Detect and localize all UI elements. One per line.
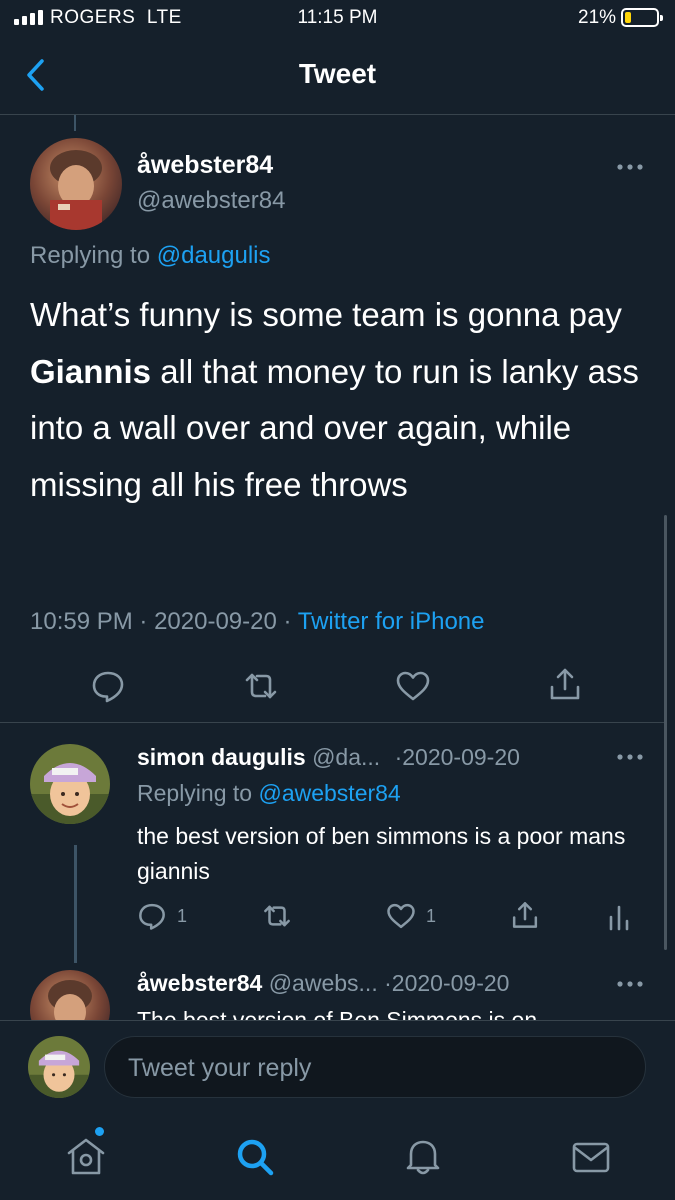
reply-date: 2020-09-20 bbox=[391, 970, 510, 996]
status-bar: ROGERS LTE 11:15 PM 21% bbox=[0, 0, 675, 36]
tweet-divider bbox=[0, 722, 664, 723]
mail-icon bbox=[572, 1142, 610, 1173]
battery-percent: 21% bbox=[578, 7, 617, 28]
author-handle[interactable]: @da... bbox=[312, 744, 380, 770]
retweet-icon bbox=[264, 905, 290, 927]
tweet-time: 10:59 PM bbox=[30, 608, 133, 635]
more-options-button[interactable] bbox=[616, 753, 644, 761]
profile-photo bbox=[30, 138, 122, 230]
reply-date: 2020-09-20 bbox=[402, 744, 520, 770]
profile-photo bbox=[28, 1036, 90, 1098]
more-options-button[interactable] bbox=[616, 163, 644, 171]
tab-notifications[interactable] bbox=[401, 1134, 445, 1178]
tweet-source-link[interactable]: Twitter for iPhone bbox=[298, 608, 485, 635]
bell-icon bbox=[406, 1140, 440, 1175]
tweet-meta: 10:59 PM · 2020-09-20 · Twitter for iPho… bbox=[30, 608, 485, 635]
analytics-icon bbox=[609, 905, 629, 931]
author-display-name[interactable]: åwebster84 bbox=[137, 151, 273, 180]
replying-to-label: Replying to bbox=[30, 242, 151, 269]
reply-text: the best version of ben simmons is a poo… bbox=[137, 823, 626, 884]
retweet-icon bbox=[245, 673, 277, 699]
reply-header: åwebster84 @awebs... ·2020-09-20 bbox=[137, 970, 510, 996]
thread-connector bbox=[74, 845, 77, 963]
share-icon bbox=[550, 668, 580, 700]
heart-icon bbox=[387, 903, 415, 929]
replying-to-link[interactable]: @awebster84 bbox=[258, 780, 400, 806]
like-button[interactable]: 1 bbox=[386, 901, 436, 931]
reply-button[interactable] bbox=[90, 668, 126, 704]
like-count: 1 bbox=[426, 905, 437, 926]
status-time: 11:15 PM bbox=[297, 7, 378, 28]
more-icon bbox=[617, 164, 643, 170]
more-options-button[interactable] bbox=[616, 980, 644, 988]
bold-mention: Giannis bbox=[30, 352, 152, 390]
avatar[interactable] bbox=[30, 744, 110, 824]
author-display-name[interactable]: simon daugulis bbox=[137, 744, 306, 770]
retweet-button[interactable] bbox=[243, 668, 279, 704]
analytics-button[interactable] bbox=[606, 903, 632, 931]
reply-count: 1 bbox=[177, 905, 188, 926]
tab-search[interactable] bbox=[233, 1135, 277, 1179]
reply-input[interactable]: Tweet your reply bbox=[104, 1036, 646, 1098]
composer-divider bbox=[0, 1020, 675, 1021]
author-handle[interactable]: @awebster84 bbox=[137, 187, 285, 215]
tab-home[interactable] bbox=[64, 1135, 108, 1179]
battery-icon bbox=[621, 8, 663, 27]
reply-icon bbox=[139, 903, 165, 930]
reply-header: simon daugulis @da... ·2020-09-20 bbox=[137, 744, 520, 770]
author-handle[interactable]: @awebs... bbox=[269, 970, 378, 996]
more-icon bbox=[617, 981, 643, 987]
profile-photo bbox=[30, 744, 110, 824]
share-icon bbox=[512, 902, 538, 928]
share-button[interactable] bbox=[547, 666, 583, 702]
header-divider bbox=[0, 114, 675, 115]
tweet-date: 2020-09-20 bbox=[154, 608, 277, 635]
home-icon bbox=[67, 1138, 105, 1175]
reply-button[interactable]: 1 bbox=[137, 901, 187, 931]
page-title: Tweet bbox=[298, 58, 377, 89]
reply-icon bbox=[92, 671, 124, 703]
replying-to: Replying to @awebster84 bbox=[137, 780, 401, 807]
heart-icon bbox=[396, 671, 430, 701]
share-button[interactable] bbox=[510, 900, 540, 930]
more-icon bbox=[617, 754, 643, 760]
search-icon bbox=[237, 1139, 274, 1176]
replying-to: Replying to @daugulis bbox=[30, 242, 271, 270]
scrollbar[interactable] bbox=[664, 515, 667, 950]
avatar[interactable] bbox=[28, 1036, 90, 1098]
notification-dot bbox=[95, 1127, 104, 1136]
retweet-button[interactable] bbox=[262, 901, 292, 931]
replying-to-link[interactable]: @daugulis bbox=[157, 242, 271, 269]
thread-connector bbox=[74, 115, 76, 131]
tweet-text: What’s funny is some team is gonna pay G… bbox=[30, 296, 639, 503]
like-button[interactable] bbox=[395, 668, 431, 704]
tab-messages[interactable] bbox=[569, 1135, 613, 1179]
replying-to-label: Replying to bbox=[137, 780, 253, 806]
author-display-name[interactable]: åwebster84 bbox=[137, 970, 262, 996]
avatar[interactable] bbox=[30, 138, 122, 230]
